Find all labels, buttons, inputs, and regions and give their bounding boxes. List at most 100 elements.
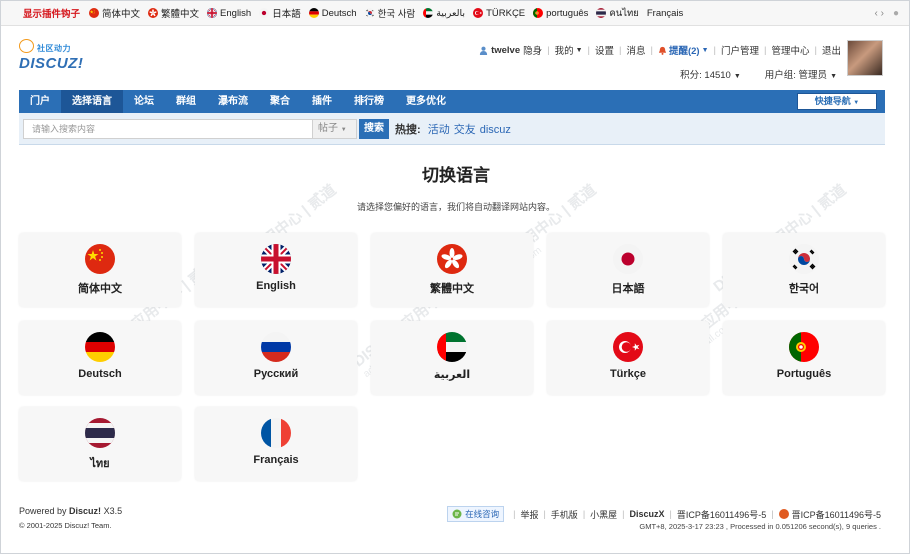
langbar-item[interactable]: Deutsch bbox=[308, 7, 357, 19]
footer-link[interactable]: 手机版 bbox=[551, 508, 578, 521]
language-card[interactable]: ไทย bbox=[19, 407, 181, 481]
language-card[interactable]: العربية bbox=[371, 321, 533, 395]
discuz-link[interactable]: Discuz! bbox=[69, 506, 101, 516]
pt-flag-icon bbox=[789, 332, 819, 362]
invisible-toggle[interactable]: 隐身 bbox=[523, 43, 542, 57]
language-card[interactable]: 日本語 bbox=[547, 233, 709, 307]
de-flag-icon bbox=[308, 8, 319, 18]
portal-admin-link[interactable]: 门户管理 bbox=[721, 43, 759, 57]
language-card[interactable]: 繁體中文 bbox=[371, 233, 533, 307]
nav-item[interactable]: 群组 bbox=[165, 90, 207, 113]
gb-flag-icon bbox=[261, 244, 291, 274]
search-type-select[interactable]: 帖子 ▼ bbox=[313, 118, 357, 139]
nav-item[interactable]: 插件 bbox=[301, 90, 343, 113]
usergroup-link[interactable]: 用户组: 管理员 bbox=[765, 70, 827, 81]
discuz-logo[interactable]: 社区动力 DISCUZ! bbox=[19, 39, 109, 75]
cn-flag-icon bbox=[89, 8, 100, 18]
language-name: العربية bbox=[433, 369, 471, 381]
hot-search-link[interactable]: discuz bbox=[480, 124, 511, 136]
nav-item[interactable]: 更多优化 bbox=[395, 90, 457, 113]
language-name: 繁體中文 bbox=[430, 283, 474, 295]
langbar-item[interactable]: 日本語 bbox=[259, 6, 301, 20]
nav-item[interactable]: 论坛 bbox=[123, 90, 165, 113]
nav-item[interactable]: 排行榜 bbox=[343, 90, 395, 113]
gb-flag-icon bbox=[207, 8, 218, 18]
language-card[interactable]: Türkçe bbox=[547, 321, 709, 395]
avatar[interactable] bbox=[847, 40, 883, 76]
search-input[interactable]: 请输入搜索内容 bbox=[23, 118, 313, 139]
tr-flag-icon bbox=[473, 8, 484, 18]
langbar-item[interactable]: Français bbox=[647, 8, 683, 19]
langbar-item[interactable]: TÜRKÇE bbox=[473, 8, 525, 19]
language-card[interactable]: Português bbox=[723, 321, 885, 395]
footer-link[interactable]: DiscuzX bbox=[630, 509, 665, 519]
footer-link[interactable]: 举报 bbox=[520, 508, 538, 521]
langbar-item[interactable]: português bbox=[533, 8, 588, 19]
language-card[interactable]: Français bbox=[195, 407, 357, 481]
search-button[interactable]: 搜索 bbox=[359, 118, 389, 139]
fr-flag-icon bbox=[261, 418, 291, 448]
username-link[interactable]: twelve bbox=[491, 45, 520, 56]
palette-icon[interactable]: ● bbox=[893, 8, 899, 19]
langbar-item-label: 繁體中文 bbox=[161, 9, 200, 20]
language-name: Русский bbox=[253, 368, 299, 380]
chevron-down-icon: ▼ bbox=[575, 46, 583, 54]
my-menu[interactable]: 我的 bbox=[555, 43, 574, 57]
langbar-item[interactable]: English bbox=[207, 8, 251, 19]
logout-link[interactable]: 退出 bbox=[822, 43, 841, 57]
hot-search-link[interactable]: 交友 bbox=[454, 124, 476, 136]
langbar-item-label: Français bbox=[646, 7, 684, 19]
messages-link[interactable]: 消息 bbox=[627, 43, 646, 57]
show-hooks-link[interactable]: 显示插件钩子 bbox=[23, 6, 80, 20]
points-link[interactable]: 积分: 14510 bbox=[680, 70, 731, 81]
langbar-item[interactable]: 简体中文 bbox=[89, 6, 140, 20]
language-card[interactable]: Deutsch bbox=[19, 321, 181, 395]
langbar-item[interactable]: 繁體中文 bbox=[148, 6, 199, 20]
header: 社区动力 DISCUZ! twelve 隐身 | 我的 ▼ | 设置 | 消息 |… bbox=[1, 26, 909, 88]
langbar-item[interactable]: คนไทย bbox=[596, 6, 639, 21]
jp-flag-icon bbox=[613, 244, 643, 274]
code-icon[interactable]: ‹ › bbox=[875, 8, 884, 19]
nav-item[interactable]: 瀑布流 bbox=[207, 90, 259, 113]
nav-item[interactable]: 聚合 bbox=[259, 90, 301, 113]
footer-link[interactable]: 小黑屋 bbox=[590, 508, 617, 521]
quick-nav-button[interactable]: 快捷导航 ▼ bbox=[797, 93, 877, 110]
footer-link[interactable]: 晋ICP备16011496号-5 bbox=[677, 508, 766, 521]
langbar-item[interactable]: 한국 사람 bbox=[364, 6, 415, 20]
langbar-item-label: 简体中文 bbox=[102, 9, 141, 20]
divider: | bbox=[582, 509, 586, 519]
online-consult-button[interactable]: 在线咨询 bbox=[447, 506, 505, 522]
divider: | bbox=[669, 509, 672, 519]
language-card[interactable]: 简体中文 bbox=[19, 233, 181, 307]
language-name: 日本語 bbox=[611, 283, 645, 295]
nav-item[interactable]: 门户 bbox=[19, 90, 61, 113]
jp-flag-icon bbox=[259, 8, 270, 18]
remind-link[interactable]: 提醒(2) bbox=[669, 43, 700, 57]
th-flag-icon bbox=[85, 418, 115, 448]
page-subtitle: 请选择您偏好的语言，我们将自动翻译网站内容。 bbox=[356, 202, 555, 212]
nav-item[interactable]: 选择语言 bbox=[61, 90, 123, 113]
language-name: Türkçe bbox=[609, 368, 647, 380]
language-card[interactable]: English bbox=[195, 233, 357, 307]
pt-flag-icon bbox=[533, 8, 544, 18]
footer-link[interactable]: 晋ICP备16011496号-5 bbox=[792, 508, 881, 521]
settings-link[interactable]: 设置 bbox=[595, 43, 614, 57]
ae-flag-icon bbox=[423, 8, 434, 18]
langbar-item-label: Deutsch bbox=[321, 7, 357, 19]
language-name: 简体中文 bbox=[78, 283, 122, 295]
logo-slogan: 社区动力 bbox=[37, 44, 71, 53]
language-card[interactable]: 한국어 bbox=[723, 233, 885, 307]
cn-flag-icon bbox=[85, 244, 115, 274]
langbar-tools: ‹ › ● bbox=[875, 8, 900, 19]
hot-search-link[interactable]: 活动 bbox=[428, 124, 450, 136]
language-card[interactable]: Русский bbox=[195, 321, 357, 395]
admin-center-link[interactable]: 管理中心 bbox=[772, 43, 810, 57]
processing-stats: GMT+8, 2025-3-17 23:23 , Processed in 0.… bbox=[639, 522, 881, 531]
langbar-item-label: คนไทย bbox=[609, 7, 639, 19]
footer-links: 在线咨询 | 举报 | 手机版 | 小黑屋 | DiscuzX | 晋ICP备16011496号-… bbox=[447, 506, 881, 522]
bell-icon bbox=[658, 46, 667, 55]
user-icon bbox=[479, 46, 488, 55]
kr-flag-icon bbox=[789, 244, 819, 274]
language-name: 한국어 bbox=[788, 283, 820, 295]
langbar-item[interactable]: بالعربية bbox=[423, 8, 465, 19]
